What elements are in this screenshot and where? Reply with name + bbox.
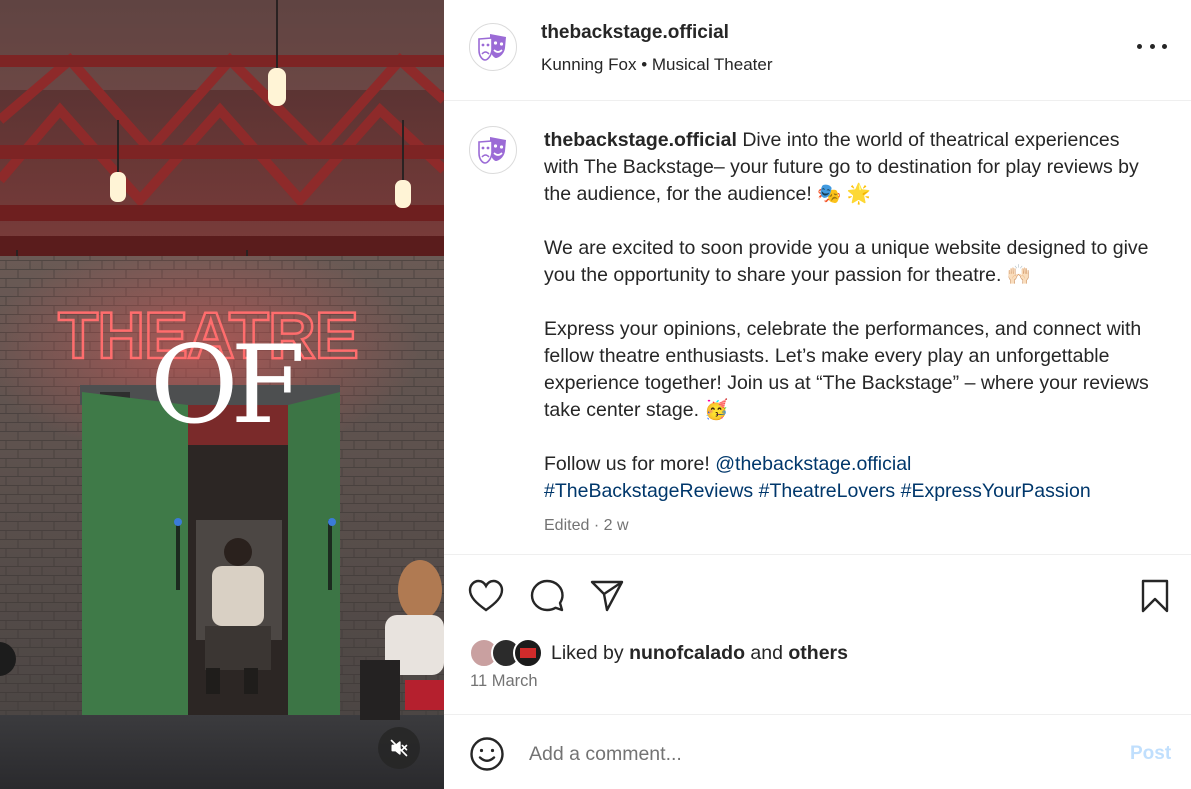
liked-others-link[interactable]: others — [788, 642, 848, 664]
theatre-masks-icon — [478, 34, 506, 61]
share-button[interactable] — [587, 576, 627, 616]
post-caption: thebackstage.official Dive into the worl… — [544, 127, 1159, 505]
liked-by-text: Liked by nunofcalado and others — [551, 642, 848, 665]
theatre-masks-icon — [478, 137, 506, 164]
audio-separator: • — [641, 55, 648, 74]
time-separator: · — [593, 517, 600, 534]
edited-label: Edited — [544, 517, 590, 534]
mention-link[interactable]: @thebackstage.official — [715, 453, 911, 475]
mute-toggle-button[interactable] — [378, 727, 420, 769]
audio-track[interactable]: Musical Theater — [652, 55, 773, 74]
header-username[interactable]: thebackstage.official — [541, 22, 729, 44]
emoji-smile-icon — [470, 737, 504, 771]
caption-avatar[interactable] — [469, 126, 517, 174]
more-horizontal-icon — [1137, 43, 1142, 49]
post-header: thebackstage.official Kunning Fox • Musi… — [444, 0, 1191, 101]
more-options-button[interactable] — [1137, 36, 1167, 56]
post-details-panel: thebackstage.official Kunning Fox • Musi… — [444, 0, 1191, 789]
caption-username[interactable]: thebackstage.official — [544, 129, 737, 151]
like-button[interactable] — [466, 576, 506, 616]
audio-artist[interactable]: Kunning Fox — [541, 55, 636, 74]
save-button[interactable] — [1135, 576, 1175, 616]
comment-input[interactable] — [529, 739, 1089, 769]
caption-paragraph: thebackstage.official Dive into the worl… — [544, 127, 1159, 208]
liker-avatars[interactable] — [469, 636, 547, 670]
comment-icon — [530, 579, 564, 612]
add-comment-bar: Post — [444, 714, 1191, 789]
caption-paragraph: Express your opinions, celebrate the per… — [544, 318, 1149, 421]
caption-timestamp[interactable]: 2 w — [604, 517, 629, 534]
comment-button[interactable] — [527, 576, 567, 616]
audio-attribution[interactable]: Kunning Fox • Musical Theater — [541, 55, 773, 75]
bookmark-icon — [1141, 579, 1169, 613]
caption-meta: Edited · 2 w — [544, 517, 629, 535]
hashtag-link[interactable]: #TheBackstageReviews — [544, 480, 753, 502]
liked-user-link[interactable]: nunofcalado — [629, 642, 745, 664]
hashtag-link[interactable]: #ExpressYourPassion — [901, 480, 1091, 502]
share-icon — [590, 580, 624, 612]
liked-and: and — [750, 641, 783, 664]
post-date[interactable]: 11 March — [470, 672, 538, 691]
liker-avatar[interactable] — [513, 638, 543, 668]
emoji-picker-button[interactable] — [469, 736, 505, 772]
liked-prefix: Liked by — [551, 641, 624, 664]
post-media[interactable]: THEATRE OF — [0, 0, 444, 789]
volume-muted-icon — [390, 739, 408, 757]
caption-paragraph: Follow us for more! @thebackstage.offici… — [544, 451, 1159, 505]
heart-icon — [468, 579, 504, 612]
likes-summary: Liked by nunofcalado and others — [469, 636, 848, 670]
caption-paragraph: We are excited to soon provide you a uni… — [544, 237, 1149, 286]
caption-section: thebackstage.official Dive into the worl… — [444, 101, 1191, 555]
liker-avatar-art — [520, 648, 536, 658]
post-comment-button[interactable]: Post — [1130, 743, 1171, 765]
overlay-title: OF — [150, 323, 306, 448]
hashtag-link[interactable]: #TheatreLovers — [759, 480, 896, 502]
follow-text: Follow us for more! — [544, 453, 710, 475]
profile-avatar[interactable] — [469, 23, 517, 71]
post-actions-bar — [444, 556, 1191, 636]
